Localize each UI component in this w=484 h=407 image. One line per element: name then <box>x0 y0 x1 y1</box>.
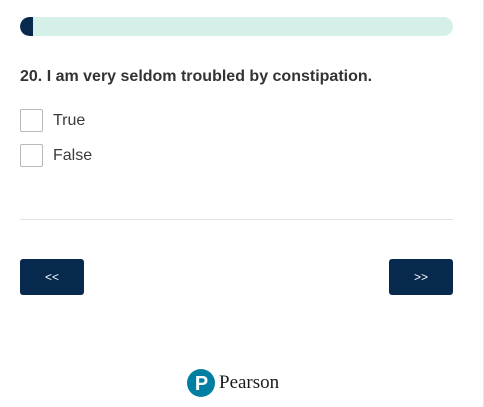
next-button[interactable]: >> <box>389 259 453 295</box>
pearson-brand: P Pearson <box>187 369 279 397</box>
option-label: False <box>53 146 93 164</box>
brand-name: Pearson <box>219 372 280 393</box>
option-true[interactable]: True <box>20 109 85 132</box>
divider <box>20 219 453 220</box>
progress-bar <box>20 17 453 36</box>
option-label: True <box>53 111 86 129</box>
progress-bar-fill <box>20 17 33 36</box>
true-checkbox[interactable] <box>20 109 43 132</box>
option-false[interactable]: False <box>20 144 92 167</box>
false-checkbox[interactable] <box>20 144 43 167</box>
previous-button[interactable]: << <box>20 259 84 295</box>
pearson-logo-icon: P <box>187 369 215 397</box>
question-text: 20. I am very seldom troubled by constip… <box>20 68 373 85</box>
survey-page: 20. I am very seldom troubled by constip… <box>0 0 484 407</box>
pearson-logo-letter: P <box>195 373 208 395</box>
